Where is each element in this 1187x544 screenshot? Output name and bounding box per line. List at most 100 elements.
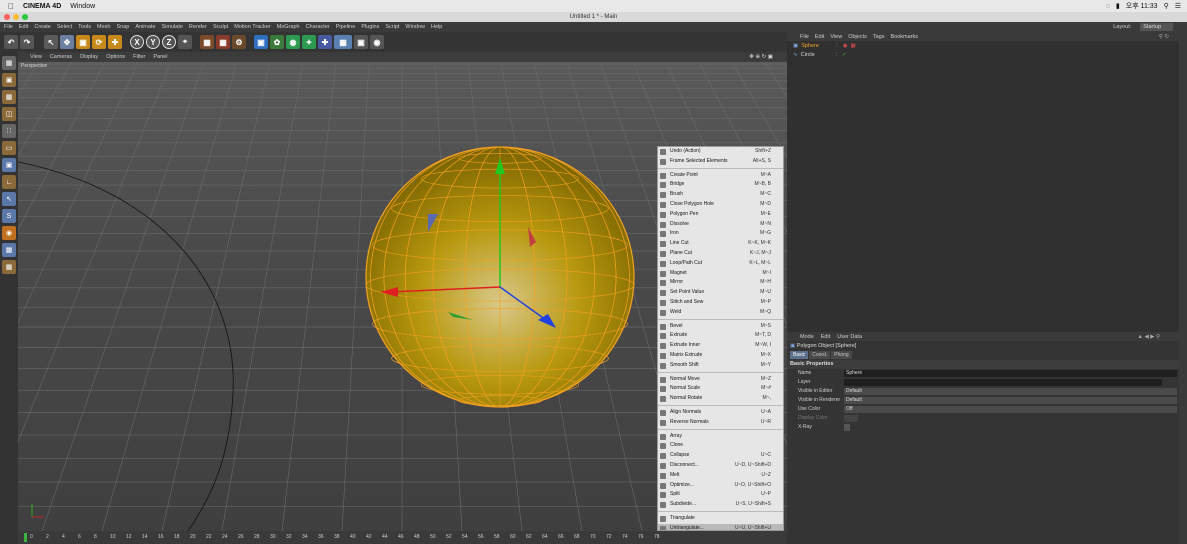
layer-field[interactable] [844,379,1162,386]
window-menu[interactable]: Window [70,3,95,10]
points-mode-icon[interactable]: ∷ [2,124,16,138]
context-menu-item[interactable]: Untriangulate... U~U, U~Shift+U [658,523,783,530]
menu-edit[interactable]: Edit [19,24,28,30]
menu-script[interactable]: Script [385,24,399,30]
viewport-menu-view[interactable]: View [30,54,42,60]
deformer-icon[interactable]: ✦ [302,35,316,49]
context-menu-item[interactable]: Collapse U~C [658,451,783,461]
menu-snap[interactable]: Snap [116,24,129,30]
menu-pipeline[interactable]: Pipeline [336,24,356,30]
context-menu-item[interactable]: Bridge M~B, B [658,180,783,190]
y-axis-lock-button[interactable]: Y [146,35,160,49]
viewport-menu-panel[interactable]: Panel [153,54,167,60]
layout-dropdown[interactable]: Startup [1140,23,1173,31]
menu-select[interactable]: Select [57,24,72,30]
undo-icon[interactable]: ↶ [4,35,18,49]
battery-icon[interactable]: ▮ [1116,2,1120,10]
context-menu-item[interactable]: Smooth Shift M~Y [658,361,783,371]
attr-menu-edit[interactable]: Edit [821,334,830,340]
obj-menu-file[interactable]: File [800,34,809,40]
menu-character[interactable]: Character [306,24,330,30]
minimize-window-button[interactable] [13,14,19,20]
search-icon[interactable]: ⚲ [1164,2,1169,10]
tab-coord[interactable]: Coord. [809,351,831,359]
context-menu-item[interactable]: Melt U~Z [658,471,783,481]
object-name[interactable]: Sphere [801,42,831,51]
live-selection-icon[interactable]: ↖ [44,35,58,49]
viewport-nav-icons[interactable]: ✥ ⊕ ↻ ▣ [749,54,773,60]
zoom-window-button[interactable] [22,14,28,20]
context-menu-item[interactable]: Line Cut K~K, M~K [658,239,783,249]
viewport-menu-options[interactable]: Options [106,54,125,60]
context-menu-item[interactable]: Undo (Action) Shift+Z [658,147,783,157]
make-editable-icon[interactable]: ▦ [2,56,16,70]
use-color-dropdown[interactable]: Off [844,406,1177,413]
menu-motion-tracker[interactable]: Motion Tracker [234,24,270,30]
context-menu-item[interactable]: Frame Selected Elements Alt+S, S [658,157,783,167]
wifi-icon[interactable]: ◌ [1106,3,1110,10]
clock[interactable]: 오후 11:33 [1126,1,1158,11]
context-menu-item[interactable]: Split U~P [658,490,783,500]
context-menu-item[interactable]: Optimize... U~O, U~Shift+O [658,481,783,491]
apple-icon[interactable]:  [8,2,14,11]
context-menu-item[interactable]: Align Normals U~A [658,408,783,418]
menu-mesh[interactable]: Mesh [97,24,110,30]
timeline[interactable]: 0 2 4 6 8 10 12 14 16 18 20 22 24 26 28 30 32 34 36 38 40 42 4… [18,531,787,544]
viewport-menu-display[interactable]: Display [80,54,98,60]
cube-icon[interactable]: ▣ [254,35,268,49]
axis-mode-icon[interactable]: ∟ [2,175,16,189]
attr-menu-user-data[interactable]: User Data [837,334,862,340]
floor-icon[interactable]: ▦ [334,35,352,49]
tab-phong[interactable]: Phong [831,351,852,359]
menu-simulate[interactable]: Simulate [162,24,183,30]
menu-file[interactable]: File [4,24,13,30]
z-axis-lock-button[interactable]: Z [162,35,176,49]
context-menu-item[interactable]: Normal Scale M~# [658,384,783,394]
side-tabs-strip[interactable] [1179,32,1187,544]
menu-help[interactable]: Help [431,24,442,30]
obj-menu-bookmarks[interactable]: Bookmarks [890,34,918,40]
render-picture-viewer-icon[interactable]: ▦ [216,35,230,49]
checker-tag-icon[interactable]: ▦ [851,42,856,51]
enabled-check-icon[interactable]: ✓ [842,51,847,60]
visible-in-renderer-dropdown[interactable]: Default [844,397,1177,404]
menu-render[interactable]: Render [189,24,207,30]
rotate-tool-icon[interactable]: ⟳ [92,35,106,49]
workplane-icon[interactable]: ◫ [2,107,16,121]
grid-icon[interactable]: ▦ [2,243,16,257]
viewport-menu-filter[interactable]: Filter [133,54,145,60]
menu-sculpt[interactable]: Sculpt [213,24,228,30]
sculpt-icon[interactable]: ◉ [2,226,16,240]
obj-menu-view[interactable]: View [830,34,842,40]
edges-mode-icon[interactable]: ▭ [2,141,16,155]
camera-icon[interactable]: ▣ [354,35,368,49]
menu-plugins[interactable]: Plugins [361,24,379,30]
xray-checkbox[interactable] [844,424,850,431]
scale-tool-icon[interactable]: ▣ [76,35,90,49]
visibility-dots-icon[interactable]: ⋮ [834,51,840,60]
menu-tools[interactable]: Tools [78,24,91,30]
subdivision-surface-icon[interactable]: ✿ [270,35,284,49]
model-mode-icon[interactable]: ▣ [2,73,16,87]
context-menu-item[interactable]: Disconnect... U~D, U~Shift+D [658,461,783,471]
context-menu-item[interactable]: Normal Rotate M~, [658,394,783,404]
object-row[interactable]: ∿ Circle ⋮ ✓ [787,51,1179,60]
attr-menu-mode[interactable]: Mode [800,334,814,340]
obj-menu-edit[interactable]: Edit [815,34,824,40]
context-menu-item[interactable]: Normal Move M~Z [658,375,783,385]
object-manager-search-icon[interactable]: ⚲ ↻ [1159,34,1169,40]
render-settings-icon[interactable]: ⚙ [232,35,246,49]
context-menu-item[interactable]: Triangulate [658,514,783,524]
context-menu-item[interactable]: Set Point Value M~U [658,288,783,298]
playhead[interactable] [24,533,27,542]
layer-icon[interactable]: ▦ [2,260,16,274]
context-menu-item[interactable]: Magnet M~I [658,269,783,279]
menu-create[interactable]: Create [34,24,51,30]
snap-icon[interactable]: S [2,209,16,223]
obj-menu-objects[interactable]: Objects [848,34,867,40]
obj-menu-tags[interactable]: Tags [873,34,885,40]
x-axis-lock-button[interactable]: X [130,35,144,49]
close-window-button[interactable] [4,14,10,20]
menu-list-icon[interactable]: ☰ [1175,2,1181,10]
context-menu-item[interactable]: Iron M~G [658,229,783,239]
